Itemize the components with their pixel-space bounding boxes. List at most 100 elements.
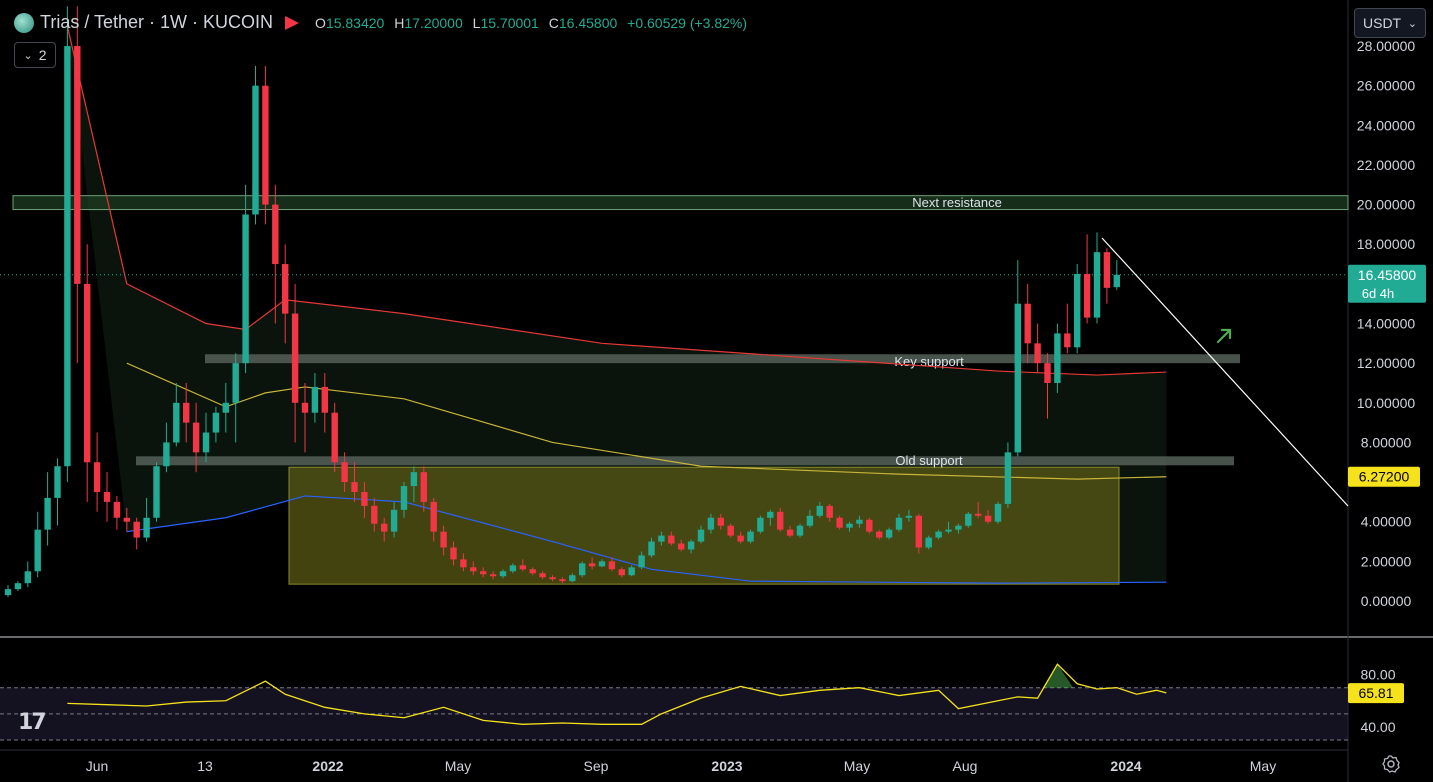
candle-body xyxy=(212,412,220,433)
candle-body xyxy=(608,561,616,570)
candle-body xyxy=(1113,274,1120,288)
candle-body xyxy=(282,264,289,314)
time-axis-label: May xyxy=(844,758,870,774)
rsi-current-value: 65.81 xyxy=(1358,685,1393,701)
candle-body xyxy=(252,85,259,215)
candle-body xyxy=(460,559,467,568)
candle-body xyxy=(658,535,665,542)
candle-body xyxy=(173,402,180,443)
tradingview-logo-icon[interactable]: 17 xyxy=(18,710,47,735)
ohlc-values: O15.83420 H17.20000 L15.70001 C16.45800 … xyxy=(315,15,753,31)
candle-body xyxy=(44,497,51,530)
candle-body xyxy=(1054,333,1061,383)
price-tick-label: 12.00000 xyxy=(1357,355,1416,371)
candle-body xyxy=(133,521,140,538)
high-label: H xyxy=(394,14,405,31)
candle-body xyxy=(113,501,121,518)
candle-body xyxy=(1083,273,1091,318)
candle-body xyxy=(628,567,635,576)
chevron-down-icon: ⌄ xyxy=(23,49,33,62)
time-axis-label: Aug xyxy=(953,758,978,774)
candle-body xyxy=(796,525,804,536)
candle-body xyxy=(14,583,22,590)
key-support-zone xyxy=(205,354,1240,364)
price-tick-label: 24.00000 xyxy=(1357,117,1416,133)
time-axis-label: 2023 xyxy=(711,758,742,774)
candle-body xyxy=(559,579,566,582)
candle-body xyxy=(1044,363,1051,383)
candle-body xyxy=(93,462,101,492)
chevron-down-icon: ⌄ xyxy=(1407,17,1417,30)
price-tick-label: 26.00000 xyxy=(1357,78,1416,94)
candle-body xyxy=(668,535,675,544)
candle-body xyxy=(569,575,576,582)
price-chart[interactable]: Next resistanceKey supportOld support28.… xyxy=(0,0,1433,782)
candle-body xyxy=(727,525,734,536)
candle-body xyxy=(519,565,526,570)
candle-body xyxy=(717,517,724,526)
open-label: O xyxy=(315,14,326,31)
indicator-collapse-button[interactable]: ⌄ 2 xyxy=(14,42,56,68)
candle-body xyxy=(866,519,873,532)
rsi-tick-label: 80.00 xyxy=(1360,667,1395,683)
old-support-label: Old support xyxy=(895,453,963,468)
flag-icon[interactable] xyxy=(285,15,300,30)
candle-body xyxy=(400,486,408,510)
rsi-tick-label: 40.00 xyxy=(1360,719,1395,735)
next-resistance-label: Next resistance xyxy=(912,195,1002,210)
candle-body xyxy=(450,547,457,560)
candle-body xyxy=(1024,303,1031,344)
ma-value: 6.27200 xyxy=(1359,469,1410,485)
candle-body xyxy=(618,569,625,576)
price-tick-label: 2.00000 xyxy=(1361,553,1412,569)
candle-body xyxy=(381,523,388,532)
candle-body xyxy=(1074,273,1081,348)
candle-body xyxy=(697,529,705,542)
next-resistance-zone xyxy=(12,195,1349,211)
time-axis-label: May xyxy=(1250,758,1276,774)
candle-body xyxy=(1004,452,1012,504)
price-tick-label: 4.00000 xyxy=(1361,514,1412,530)
candle-body xyxy=(163,442,170,467)
candle-body xyxy=(579,563,586,576)
candle-body xyxy=(430,501,437,532)
time-axis-label: Jun xyxy=(86,758,109,774)
candle-body xyxy=(777,511,784,530)
candle-body xyxy=(410,472,418,487)
open-value: 15.83420 xyxy=(325,14,385,31)
candle-body xyxy=(321,386,328,413)
candle-body xyxy=(291,313,299,403)
candle-body xyxy=(767,511,774,518)
candle-body xyxy=(876,531,883,538)
candle-body xyxy=(4,589,12,596)
candle-body xyxy=(489,574,497,577)
trias-coin-icon xyxy=(14,12,34,33)
candle-body xyxy=(440,531,447,548)
candle-body xyxy=(192,422,200,453)
candle-body xyxy=(905,515,913,518)
candle-body xyxy=(420,472,427,502)
indicator-count: 2 xyxy=(38,47,47,63)
symbol-title[interactable]: Trias / Tether · 1W · KUCOIN xyxy=(40,12,273,33)
currency-select[interactable]: USDT ⌄ xyxy=(1354,8,1426,38)
candle-body xyxy=(856,519,863,524)
price-tick-label: 0.00000 xyxy=(1361,593,1412,609)
candle-body xyxy=(34,529,41,572)
candle-body xyxy=(390,509,398,532)
candle-body xyxy=(707,517,715,530)
candle-body xyxy=(103,491,111,502)
candle-body xyxy=(678,543,685,550)
candle-body xyxy=(341,462,348,483)
candle-body xyxy=(202,432,210,453)
candle-body xyxy=(648,541,655,556)
candle-body xyxy=(222,402,229,413)
candle-body xyxy=(816,505,823,516)
candle-body xyxy=(1093,252,1101,318)
price-tick-label: 8.00000 xyxy=(1361,434,1412,450)
settings-icon[interactable] xyxy=(1381,754,1401,774)
candle-body xyxy=(64,46,71,467)
candle-body xyxy=(272,204,279,265)
time-axis-label: May xyxy=(445,758,471,774)
candle-body xyxy=(935,531,942,538)
time-axis-label: 2022 xyxy=(312,758,343,774)
